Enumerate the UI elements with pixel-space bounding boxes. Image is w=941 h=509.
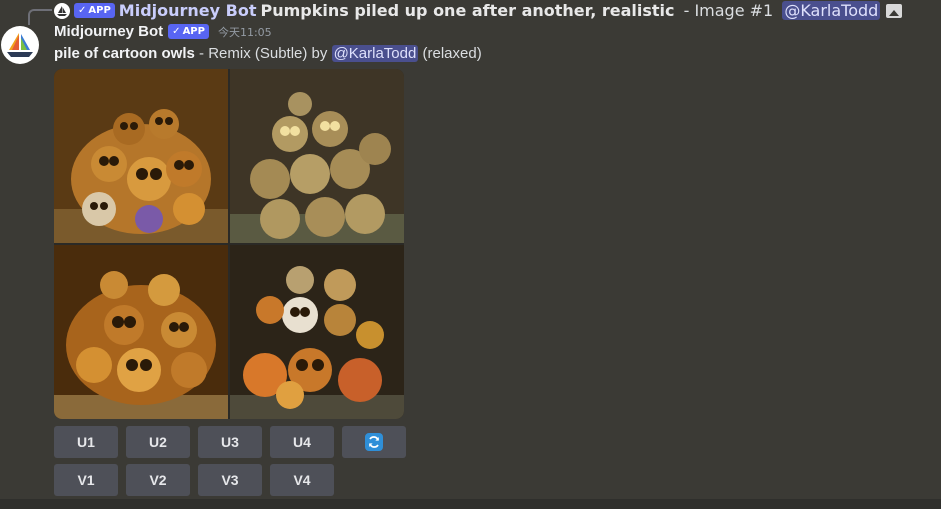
variation-button-1[interactable]: V1	[54, 464, 118, 496]
mode-text: - Remix (Subtle) by	[194, 45, 332, 62]
image-grid[interactable]	[54, 69, 404, 419]
upscale-button-3[interactable]: U3	[198, 426, 262, 458]
check-icon: ✓	[172, 26, 181, 37]
message-text: pile of cartoon owls - Remix (Subtle) by…	[54, 45, 482, 62]
message-author[interactable]: Midjourney Bot	[54, 23, 163, 40]
reply-suffix: - Image #1	[678, 1, 779, 20]
sailboat-icon	[57, 5, 67, 16]
owls-image-2[interactable]	[230, 69, 404, 243]
message-header: Midjourney Bot ✓ APP 今天11:05	[54, 23, 272, 40]
app-badge: ✓ APP	[74, 3, 115, 18]
reply-author[interactable]: Midjourney Bot	[119, 1, 257, 20]
reply-preview[interactable]: ✓ APP Midjourney Bot Pumpkins piled up on…	[54, 1, 903, 20]
app-badge: ✓ APP	[168, 24, 209, 39]
reply-mention[interactable]: @KarlaTodd	[782, 1, 881, 20]
upscale-button-row: U1 U2 U3 U4	[54, 426, 406, 458]
reply-avatar[interactable]	[54, 2, 70, 19]
prompt-text: pile of cartoon owls	[54, 45, 195, 62]
avatar[interactable]	[1, 26, 39, 64]
badge-label: APP	[88, 5, 111, 16]
message-mention[interactable]: @KarlaTodd	[331, 45, 419, 62]
bottom-bar	[0, 499, 941, 509]
badge-label: APP	[182, 26, 205, 37]
upscale-button-2[interactable]: U2	[126, 426, 190, 458]
image-icon	[886, 3, 903, 18]
reroll-icon	[365, 433, 383, 451]
message-timestamp[interactable]: 今天11:05	[218, 24, 272, 40]
reply-prompt[interactable]: Pumpkins piled up one after another, rea…	[261, 1, 675, 20]
variation-button-4[interactable]: V4	[270, 464, 334, 496]
speed-text: (relaxed)	[418, 45, 482, 62]
variation-button-3[interactable]: V3	[198, 464, 262, 496]
sailboat-icon	[7, 33, 33, 57]
check-icon: ✓	[78, 5, 87, 16]
variation-button-row: V1 V2 V3 V4	[54, 464, 334, 496]
reroll-button[interactable]	[342, 426, 406, 458]
reply-spine	[28, 9, 52, 25]
variation-button-2[interactable]: V2	[126, 464, 190, 496]
owls-image-3[interactable]	[54, 245, 228, 419]
upscale-button-4[interactable]: U4	[270, 426, 334, 458]
owls-image-4[interactable]	[230, 245, 404, 419]
upscale-button-1[interactable]: U1	[54, 426, 118, 458]
owls-image-1[interactable]	[54, 69, 228, 243]
